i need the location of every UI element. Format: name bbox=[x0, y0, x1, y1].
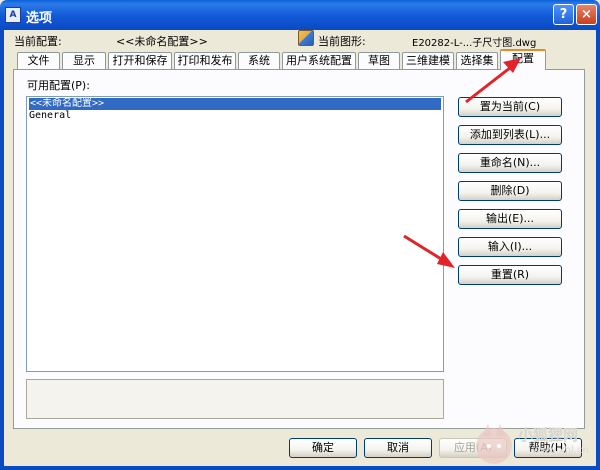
ok-button[interactable]: 确定 bbox=[289, 438, 357, 458]
tab-drafting[interactable]: 草图 bbox=[358, 52, 400, 69]
tab-profiles[interactable]: 配置 bbox=[500, 49, 546, 70]
tab-user-preferences[interactable]: 用户系统配置 bbox=[282, 52, 356, 69]
profiles-listbox[interactable] bbox=[26, 96, 444, 372]
current-profile-value: <<未命名配置>> bbox=[116, 35, 208, 48]
current-drawing-label: 当前图形: bbox=[318, 35, 366, 48]
title-bar: A 选项 ? × bbox=[0, 0, 600, 30]
drawing-icon bbox=[298, 30, 314, 46]
window-frame-right bbox=[596, 30, 600, 470]
window-title: 选项 bbox=[26, 11, 53, 26]
export-button[interactable]: 输出(E)... bbox=[458, 209, 562, 229]
tab-files[interactable]: 文件 bbox=[17, 52, 60, 69]
window-frame-left bbox=[0, 30, 4, 470]
current-profile-label: 当前配置: bbox=[14, 35, 62, 48]
reset-button[interactable]: 重置(R) bbox=[458, 265, 562, 285]
close-button[interactable]: × bbox=[576, 4, 597, 25]
delete-button[interactable]: 删除(D) bbox=[458, 181, 562, 201]
tab-3d-modeling[interactable]: 三维建模 bbox=[402, 52, 454, 69]
available-profiles-label: 可用配置(P): bbox=[27, 79, 90, 92]
tab-open-save[interactable]: 打开和保存 bbox=[108, 52, 172, 69]
profile-description-box bbox=[26, 379, 444, 419]
tab-plot-publish[interactable]: 打印和发布 bbox=[174, 52, 236, 69]
set-current-button[interactable]: 置为当前(C) bbox=[458, 97, 562, 117]
rename-button[interactable]: 重命名(N)... bbox=[458, 153, 562, 173]
current-drawing-value: E20282-L-...子尺寸图.dwg bbox=[412, 38, 537, 49]
tab-selection[interactable]: 选择集 bbox=[456, 52, 498, 69]
app-icon: A bbox=[5, 7, 21, 23]
watermark-subtext: www.xhl.cn bbox=[532, 445, 589, 456]
tab-system[interactable]: 系统 bbox=[238, 52, 280, 69]
watermark-text: 小狐狸网 bbox=[518, 426, 579, 444]
list-item[interactable]: General bbox=[29, 110, 71, 122]
tab-display[interactable]: 显示 bbox=[62, 52, 106, 69]
help-title-button[interactable]: ? bbox=[553, 4, 574, 25]
import-button[interactable]: 输入(I)... bbox=[458, 237, 562, 257]
window-frame-bottom bbox=[0, 466, 600, 470]
add-to-list-button[interactable]: 添加到列表(L)... bbox=[458, 125, 562, 145]
list-item[interactable]: <<未命名配置>> bbox=[29, 98, 441, 110]
cancel-button[interactable]: 取消 bbox=[364, 438, 432, 458]
